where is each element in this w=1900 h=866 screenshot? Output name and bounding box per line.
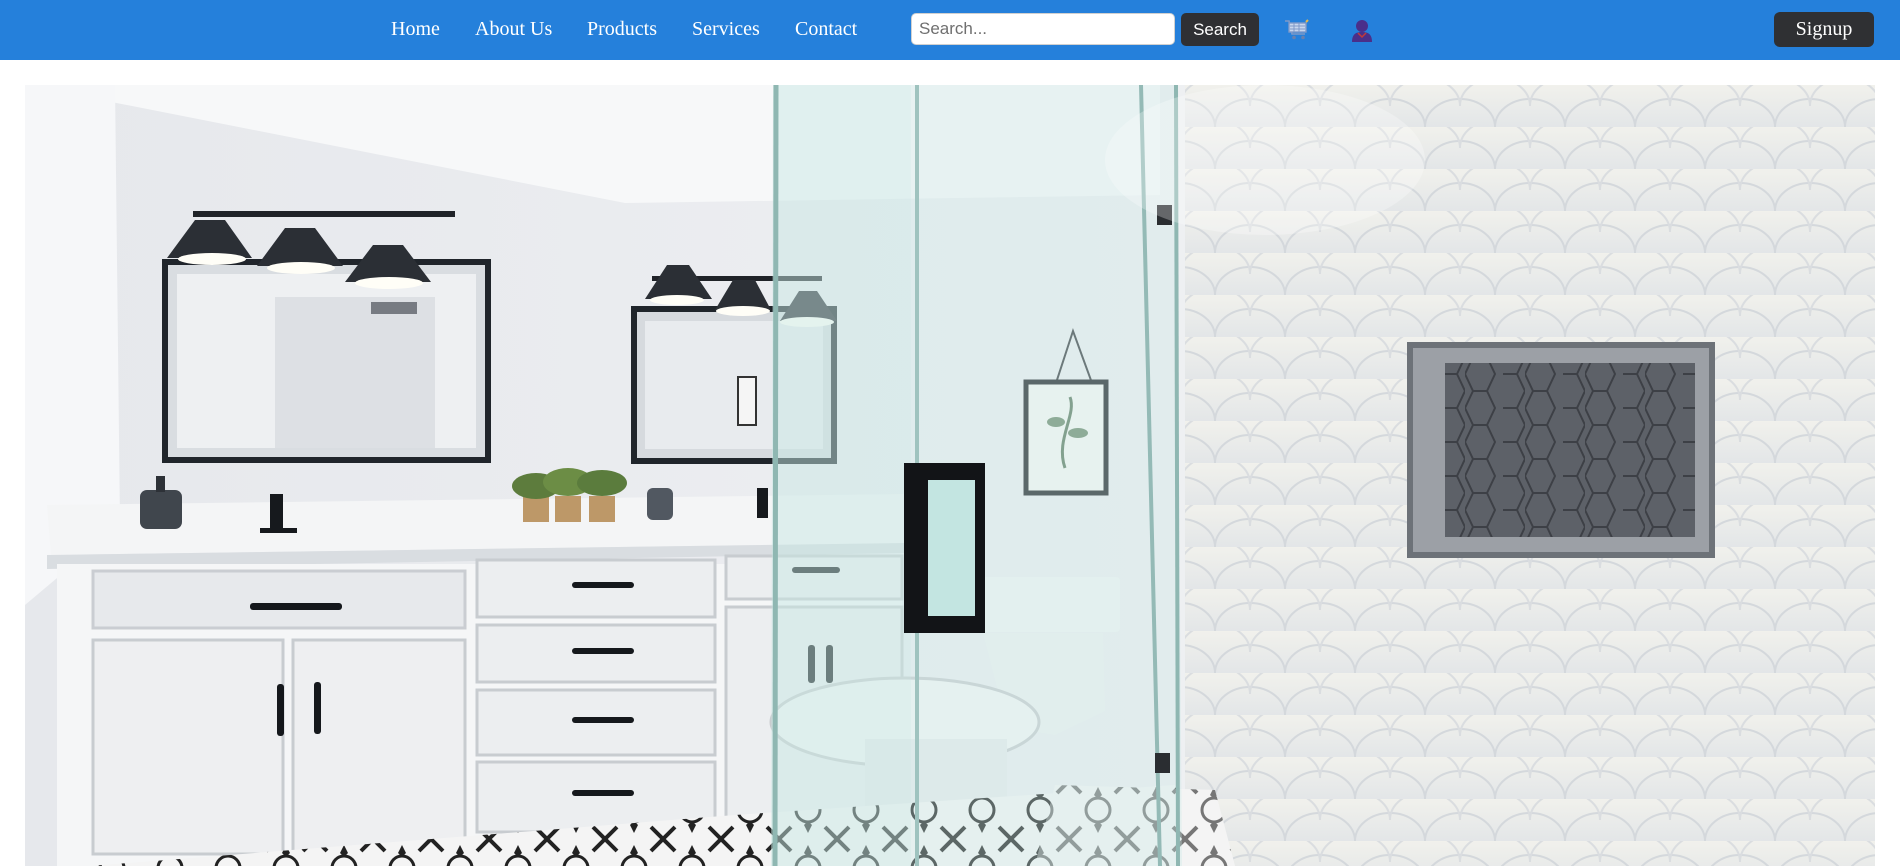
top-navbar: Home About Us Products Services Contact … (0, 0, 1900, 60)
nav-link-contact[interactable]: Contact (795, 17, 857, 41)
nav-link-home[interactable]: Home (391, 17, 440, 41)
shopping-cart-icon[interactable] (1284, 19, 1310, 41)
bathroom-interior-photo (25, 85, 1875, 866)
nav-link-products[interactable]: Products (587, 17, 657, 41)
search-button[interactable]: Search (1181, 13, 1259, 46)
nav-link-services[interactable]: Services (692, 17, 760, 41)
search-input[interactable] (911, 13, 1175, 45)
signup-button[interactable]: Signup (1774, 12, 1874, 47)
hero-image (25, 85, 1875, 866)
nav-link-about-us[interactable]: About Us (475, 17, 552, 41)
user-profile-icon[interactable] (1351, 18, 1373, 43)
